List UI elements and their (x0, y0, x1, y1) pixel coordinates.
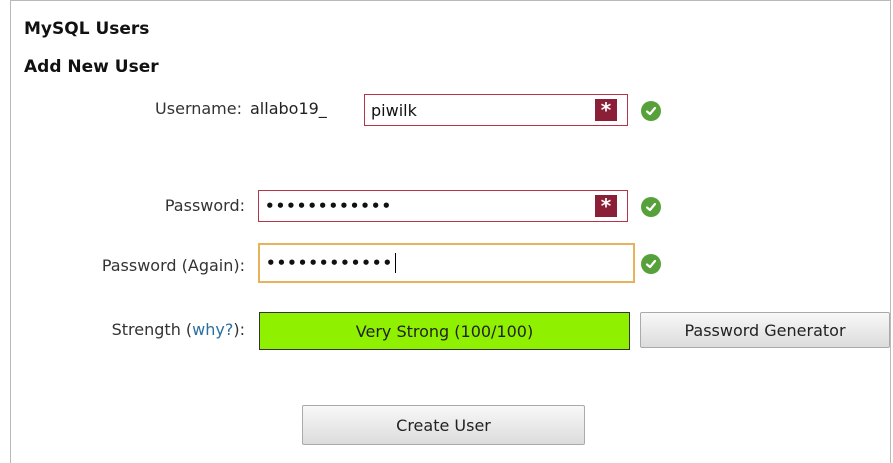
strength-meter-text: Very Strong (100/100) (355, 321, 534, 341)
username-prefix: allabo19_ (250, 99, 327, 118)
check-icon (641, 197, 661, 217)
asterisk-icon: * (595, 195, 617, 217)
why-link[interactable]: why? (192, 320, 233, 339)
password-again-masked-value: •••••••••••• (266, 253, 394, 272)
username-label: Username: (155, 99, 242, 118)
check-icon (641, 254, 661, 274)
asterisk-icon: * (595, 99, 617, 121)
strength-meter: Very Strong (100/100) (259, 312, 630, 350)
subsection-title: Add New User (24, 57, 159, 77)
create-user-button[interactable]: Create User (302, 405, 585, 445)
password-again-label: Password (Again): (101, 256, 245, 275)
password-masked-value: •••••••••••• (265, 196, 393, 215)
check-icon (641, 101, 661, 121)
text-cursor (395, 253, 397, 273)
password-label: Password: (164, 196, 245, 215)
password-again-field[interactable]: •••••••••••• (258, 243, 635, 283)
password-generator-button[interactable]: Password Generator (640, 312, 890, 348)
password-field[interactable]: •••••••••••• (258, 190, 628, 222)
section-title: MySQL Users (24, 19, 150, 39)
username-field[interactable]: piwilk (364, 94, 628, 126)
username-value: piwilk (371, 100, 417, 120)
strength-label: Strength (why?): (111, 320, 245, 339)
